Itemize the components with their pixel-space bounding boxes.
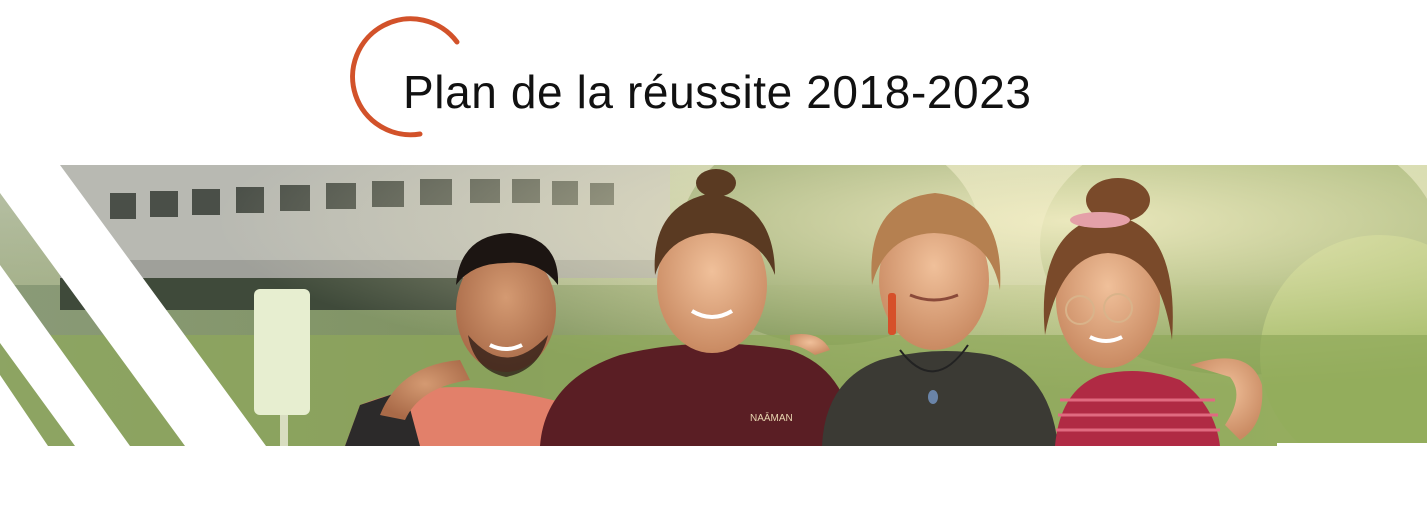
banner-photo: NAĀMAN [0, 165, 1427, 446]
header: Plan de la réussite 2018-2023 [0, 0, 1427, 160]
page: Plan de la réussite 2018-2023 NAĀMAN [0, 0, 1427, 531]
page-title: Plan de la réussite 2018-2023 [403, 66, 1032, 118]
shirt-logo-text: NAĀMAN [750, 412, 793, 424]
students-photo-icon: NAĀMAN [0, 165, 1427, 446]
